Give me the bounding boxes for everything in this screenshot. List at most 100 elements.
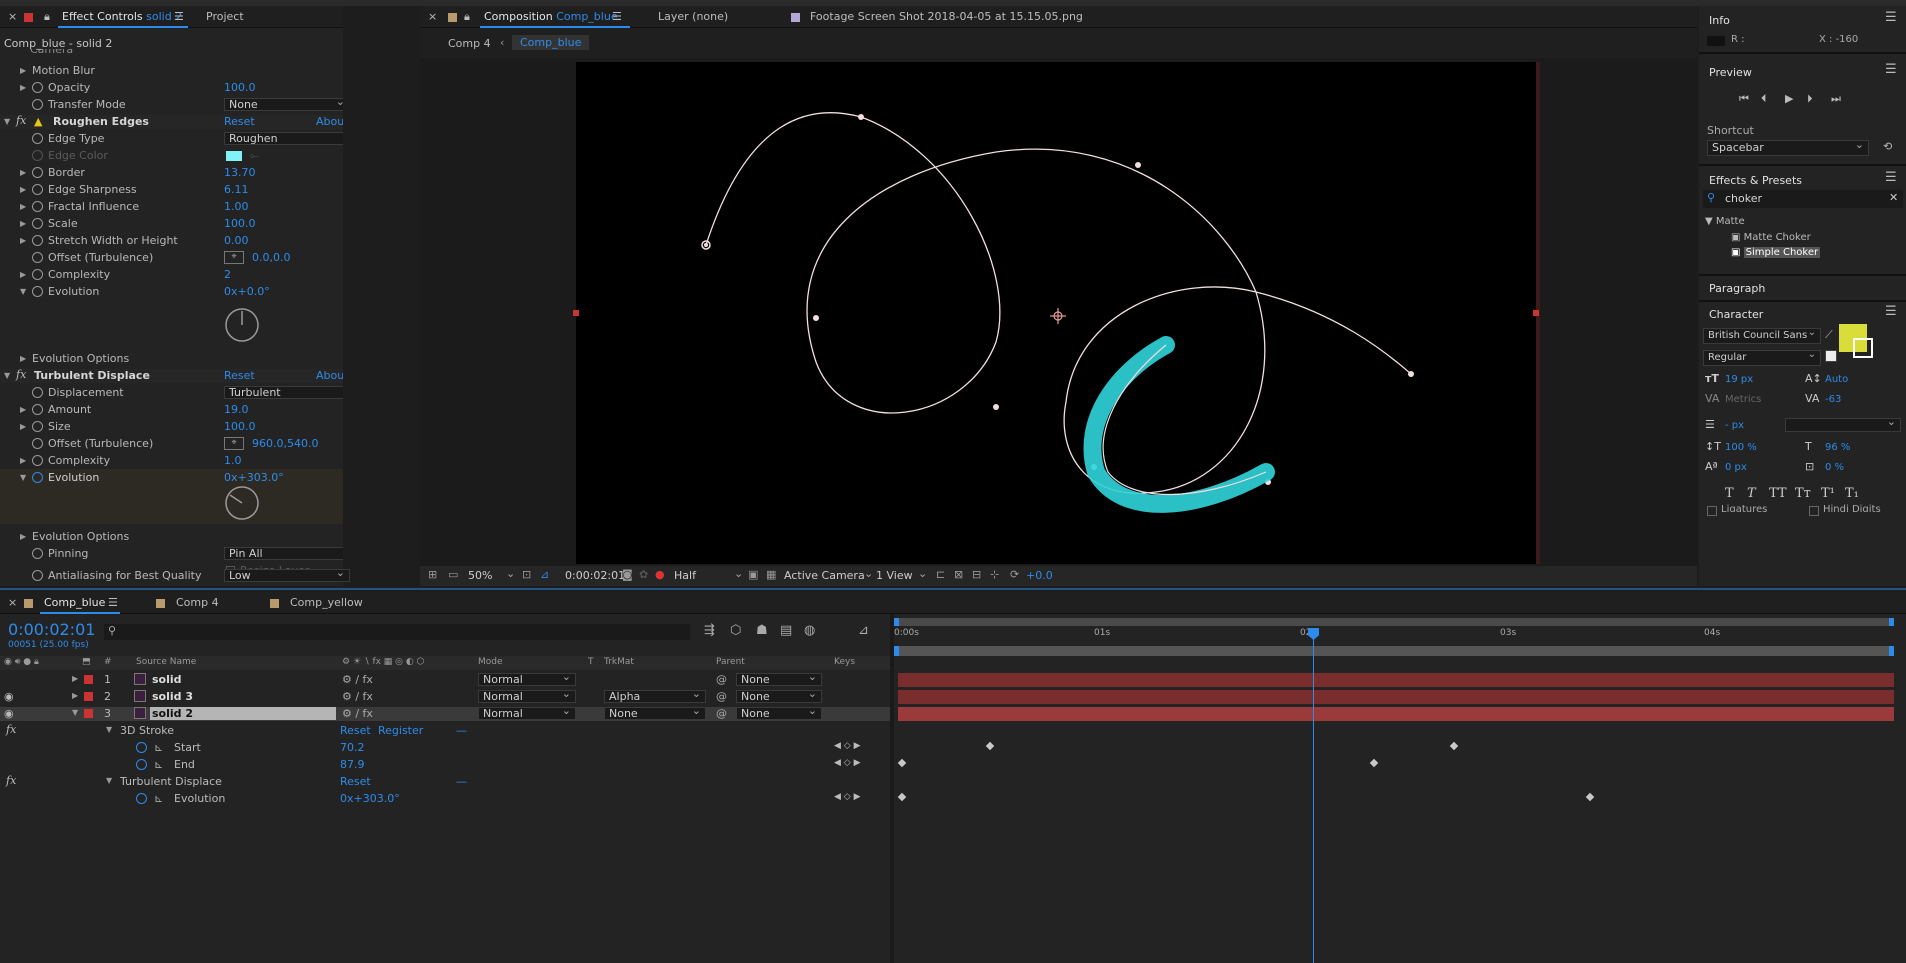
chevron-down-icon[interactable]: ⌄ [864,567,873,580]
work-area-bar[interactable] [894,618,1894,626]
ligatures-checkbox[interactable] [1707,506,1717,516]
leading-value[interactable]: Auto [1825,374,1848,385]
chevron-down-icon[interactable]: ⌄ [506,567,515,580]
hindi-digits-checkbox[interactable] [1809,506,1819,516]
layer-name[interactable]: solid [152,673,182,686]
tab-comp-yellow[interactable]: Comp_yellow [290,596,363,609]
stopwatch-icon[interactable] [32,421,43,432]
color-channel-icon[interactable]: ● [655,568,665,581]
keyframe-navigator[interactable]: ◀ ◇ ▶ [834,792,861,802]
prop-edge-color[interactable]: Edge Color ⟜ [0,149,343,163]
font-size-value[interactable]: 19 px [1725,374,1753,385]
stopwatch-icon[interactable] [32,133,43,144]
effect-simple-choker[interactable]: ▣ Simple Choker [1731,247,1821,258]
keyframe-navigator[interactable]: ◀ ◇ ▶ [834,741,861,751]
zoom-dropdown[interactable]: 50% [468,569,492,582]
keyframe[interactable] [1585,792,1595,802]
safe-zones-icon[interactable]: ⊡ [522,568,531,581]
exposure-value[interactable]: +0.0 [1026,569,1053,582]
prop-stretch[interactable]: ▶ Stretch Width or Height 0.00 [0,234,343,248]
trkmat-dropdown[interactable]: Alpha [604,688,706,703]
category-matte[interactable]: ▼ Matte [1705,216,1745,227]
time-ruler[interactable]: 0:00s 01s 02s 03s 04s [894,628,1894,642]
stroke-style-dropdown[interactable] [1785,416,1901,432]
transfer-mode-dropdown[interactable]: None [224,96,343,111]
chevron-down-icon[interactable]: ⌄ [734,567,743,580]
stopwatch-icon[interactable] [32,99,43,110]
kerning-value[interactable]: Metrics [1725,394,1761,405]
pickwhip-icon[interactable]: @ [716,707,727,720]
pickwhip-icon[interactable]: @ [716,690,727,703]
timeline-icon[interactable]: ⊟ [972,568,981,581]
twirl-icon[interactable]: ▶ [20,83,26,92]
horizontal-scale-value[interactable]: 96 % [1825,442,1850,453]
prop-antialiasing[interactable]: Antialiasing for Best Quality Low [0,567,400,583]
prop-evolution-2[interactable]: ▼ Evolution 0x+303.0° [0,471,343,485]
source-name-header[interactable]: Source Name [136,657,196,667]
twirl-icon[interactable]: ▶ [20,532,26,541]
faux-italic-button[interactable]: T [1747,486,1756,501]
graph-editor-icon[interactable]: ⊿ [858,623,869,638]
prop-pinning[interactable]: Pinning Pin All [0,547,343,561]
prop-size[interactable]: ▶ Size 100.0 [0,420,343,434]
time-graph[interactable]: 0:00s 01s 02s 03s 04s [894,614,1906,963]
twirl-icon[interactable]: ▶ [20,66,26,75]
menu-icon[interactable]: ☰ [108,596,118,609]
twirl-open-icon[interactable]: ▼ [4,117,10,126]
draft-3d-icon[interactable]: ⬡ [730,623,741,638]
timeline-timecode[interactable]: 0:00:02:01 [8,620,95,639]
crosshair-icon[interactable]: ⌖ [224,437,244,450]
stopwatch-icon[interactable] [32,201,43,212]
flowchart-icon[interactable]: ⊹ [990,568,999,581]
twirl-open-icon[interactable]: ▼ [20,473,26,482]
stopwatch-icon[interactable] [32,167,43,178]
layer-handle-left[interactable] [573,310,579,316]
fx-icon[interactable]: fx [6,774,16,787]
effect-3d-stroke-row[interactable]: fx ▼ 3D Stroke Reset Register — [0,723,890,738]
prop-opacity[interactable]: ▶ Opacity 100.0 [0,81,343,95]
reset-link[interactable]: Reset [340,775,371,788]
tab-comp-blue[interactable]: Comp_blue [44,596,105,609]
parent-dropdown[interactable]: None [736,705,822,720]
prop-value[interactable]: 87.9 [340,758,365,771]
prop-offset-turbulence[interactable]: Offset (Turbulence) ⌖ 0.0,0.0 [0,251,343,265]
prop-motion-blur[interactable]: ▶ Motion Blur [0,64,343,78]
twirl-icon[interactable]: ▶ [20,202,26,211]
mode-dropdown[interactable]: Normal [478,688,576,703]
stopwatch-icon[interactable] [32,438,43,449]
twirl-icon[interactable]: ▶ [72,691,78,700]
parent-dropdown[interactable]: None [736,688,822,703]
evolution-dial-2[interactable] [224,485,260,521]
prop-edge-type[interactable]: Edge Type Roughen [0,132,343,146]
layer-bar-selected[interactable] [898,707,1894,721]
frame-blending-icon[interactable]: ▤ [780,623,792,638]
menu-icon[interactable]: ☰ [1885,170,1897,185]
stopwatch-icon[interactable] [32,387,43,398]
prop-evolution[interactable]: ▼ Evolution 0x+0.0° [0,285,343,299]
graph-icon[interactable]: ⊾ [154,792,163,805]
font-dropdown[interactable]: British Council Sans [1703,326,1821,344]
layer-switches[interactable]: ⚙ ∕ fx [342,690,373,703]
vertical-scale-value[interactable]: 100 % [1725,442,1757,453]
lock-icon[interactable]: 🔒︎ [464,10,470,24]
prev-frame-icon[interactable]: ⏴ [1761,92,1767,106]
monitor-icon[interactable]: ▭ [448,568,458,581]
layer-row[interactable]: ▶ 1 solid ⚙ ∕ fx Normal @ None [0,671,890,687]
prop-end-row[interactable]: ⊾ End 87.9 ◀ ◇ ▶ [0,758,890,772]
layer-label-swatch[interactable] [84,675,93,684]
mask-toggle-icon[interactable]: ⊿ [540,568,549,581]
menu-icon[interactable]: ☰ [1885,62,1897,77]
twirl-icon[interactable]: ▶ [20,236,26,245]
timeline-search-input[interactable]: ⚲ [104,624,690,640]
small-caps-button[interactable]: Tт [1795,486,1811,501]
superscript-button[interactable]: T¹ [1821,486,1835,501]
close-icon[interactable]: × [428,10,437,23]
tab-footage[interactable]: Footage Screen Shot 2018-04-05 at 15.15.… [810,10,1083,23]
fx-icon[interactable]: fx [6,723,16,736]
stopwatch-active-icon[interactable] [136,759,147,770]
parent-dropdown[interactable]: None [736,671,822,686]
toggle-pixel-icon[interactable]: ⊏ [936,568,945,581]
twirl-icon[interactable]: ▶ [20,422,26,431]
region-of-interest-icon[interactable]: ▣ [748,568,758,581]
stopwatch-active-icon[interactable] [136,793,147,804]
